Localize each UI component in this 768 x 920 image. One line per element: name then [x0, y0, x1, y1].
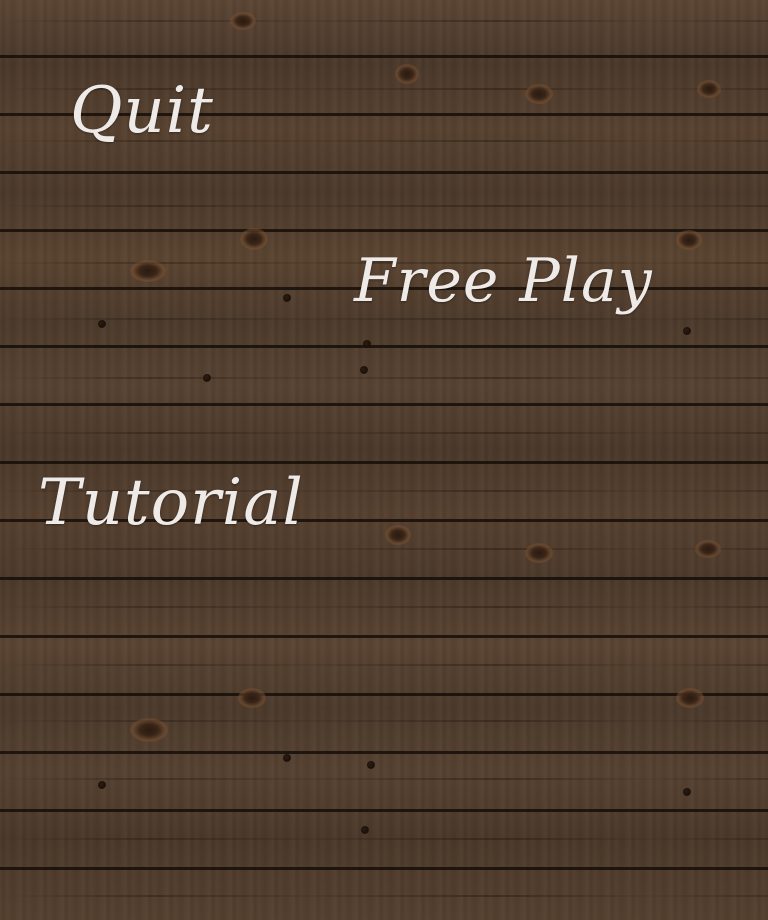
wood-grain-line: [0, 664, 768, 666]
wood-grain-line: [0, 838, 768, 840]
wood-knot: [230, 12, 256, 30]
wood-knot: [525, 543, 553, 563]
wood-knot: [385, 525, 411, 545]
free-play-button[interactable]: Free Play: [354, 246, 653, 316]
nail-hole: [283, 754, 291, 762]
wood-knot: [240, 228, 268, 250]
wood-grain-line: [0, 205, 768, 207]
wood-knot: [238, 688, 266, 708]
wood-grain-line: [0, 432, 768, 434]
wood-grain-line: [0, 895, 768, 897]
wood-grain-line: [0, 548, 768, 550]
nail-hole: [203, 374, 211, 382]
wood-grain-line: [0, 318, 768, 320]
wood-knot: [697, 80, 721, 98]
nail-hole: [283, 294, 291, 302]
wood-grain-line: [0, 377, 768, 379]
nail-hole: [683, 327, 691, 335]
wood-knot: [695, 540, 721, 558]
quit-button[interactable]: Quit: [70, 74, 214, 148]
wood-knot: [676, 230, 702, 250]
nail-hole: [98, 320, 106, 328]
wood-knot: [130, 260, 166, 282]
wood-knot: [130, 718, 168, 742]
nail-hole: [361, 826, 369, 834]
wood-grain-line: [0, 20, 768, 22]
tutorial-button[interactable]: Tutorial: [38, 466, 304, 540]
wood-knot: [676, 688, 704, 708]
wood-knot: [395, 64, 419, 84]
wood-grain-line: [0, 606, 768, 608]
nail-hole: [98, 781, 106, 789]
nail-hole: [360, 366, 368, 374]
wood-knot: [525, 84, 553, 104]
wood-grain-line: [0, 720, 768, 722]
nail-hole: [683, 788, 691, 796]
nail-hole: [363, 340, 371, 348]
wood-grain-line: [0, 778, 768, 780]
nail-hole: [367, 761, 375, 769]
